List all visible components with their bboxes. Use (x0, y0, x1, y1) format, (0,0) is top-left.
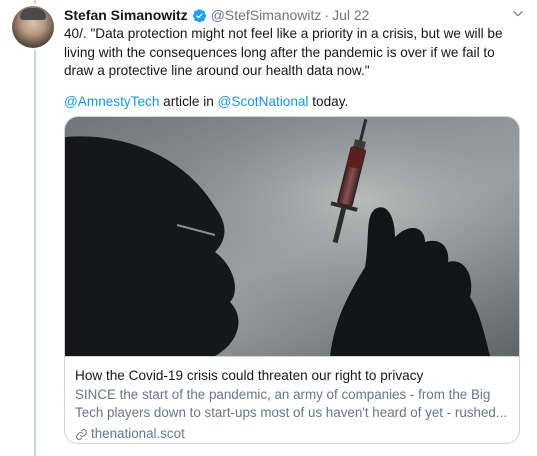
tweet-text-mentions: @AmnestyTech article in @ScotNational to… (64, 93, 348, 111)
syringe-silhouette-image (65, 117, 519, 356)
tweet-text-fragment-end: today. (308, 94, 349, 109)
avatar[interactable] (12, 6, 54, 48)
card-domain-text: thenational.scot (91, 426, 185, 441)
link-icon (76, 428, 87, 440)
card-domain[interactable]: thenational.scot (75, 425, 509, 443)
header-separator: · (324, 7, 330, 23)
card-body[interactable]: How the Covid-19 crisis could threaten o… (65, 356, 519, 443)
link-preview-card[interactable]: How the Covid-19 crisis could threaten o… (64, 116, 520, 444)
verified-badge-icon (192, 8, 206, 22)
mention-link-amnestytech[interactable]: @AmnestyTech (64, 94, 159, 109)
card-image[interactable] (65, 117, 519, 356)
thread-connector-line (34, 0, 36, 456)
card-description: SINCE the start of the pandemic, an army… (75, 387, 508, 420)
chevron-down-icon[interactable] (511, 7, 525, 21)
tweet-header: Stefan Simanowitz @StefSimanowitz · Jul … (64, 6, 525, 24)
tweet-text: 40/. "Data protection might not feel lik… (64, 26, 507, 78)
tweet-text-fragment: article in (159, 94, 218, 109)
card-title[interactable]: How the Covid-19 crisis could threaten o… (75, 367, 509, 385)
author-handle[interactable]: @StefSimanowitz (211, 7, 322, 23)
mention-link-scotnational[interactable]: @ScotNational (218, 94, 309, 109)
author-name[interactable]: Stefan Simanowitz (64, 7, 188, 23)
tweet-timestamp[interactable]: Jul 22 (332, 7, 369, 23)
